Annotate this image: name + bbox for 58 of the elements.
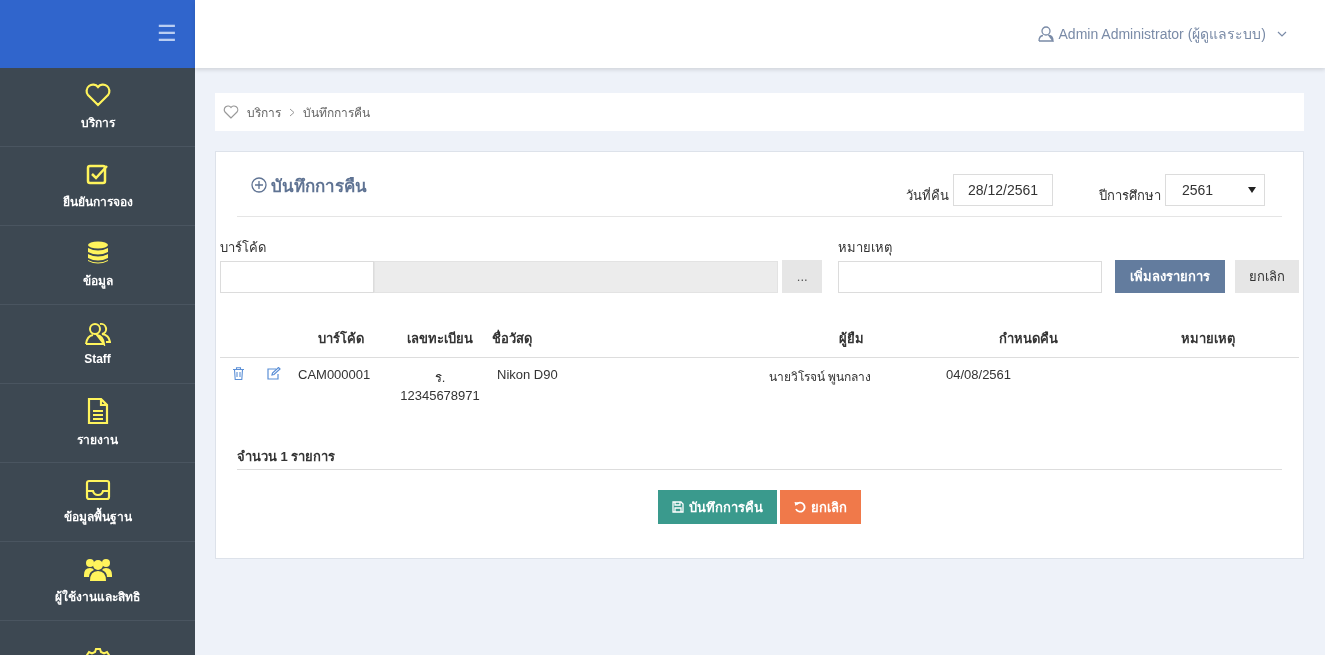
column-header: ชื่อวัสดุ xyxy=(491,319,763,358)
total-count: จำนวน 1 รายการ xyxy=(237,446,1282,470)
sidebar-item-label: ผู้ใช้งานและสิทธิ xyxy=(55,588,140,606)
sidebar-item[interactable]: ผู้ใช้งานและสิทธิ xyxy=(0,542,195,621)
sidebar-item[interactable]: ข้อมูลพื้นฐาน xyxy=(0,463,195,542)
user-menu[interactable]: Admin Administrator (ผู้ดูแลระบบ) xyxy=(1037,23,1287,45)
heart-icon xyxy=(84,82,111,107)
table-cell: 04/08/2561 xyxy=(940,357,1117,436)
field-label: บาร์โค้ด xyxy=(220,239,267,257)
breadcrumb-item[interactable]: บริการ xyxy=(247,102,281,122)
group-icon xyxy=(83,556,112,581)
undo-icon xyxy=(794,501,806,513)
database-icon xyxy=(86,240,109,265)
sidebar-item-label: ยืนยันการจอง xyxy=(62,193,133,211)
document-icon xyxy=(86,397,109,424)
remark-input[interactable] xyxy=(838,261,1103,293)
column-header: บาร์โค้ด xyxy=(292,319,389,358)
sidebar-item[interactable]: ยืนยันการจอง xyxy=(0,147,195,226)
barcode-input[interactable] xyxy=(220,261,374,293)
form-title: บันทึกการคืน xyxy=(271,175,367,198)
breadcrumb-item: บันทึกการคืน xyxy=(303,104,370,122)
add-button[interactable]: เพิ่มลงรายการ xyxy=(1115,260,1225,293)
year-dropdown[interactable]: 2561 xyxy=(1165,174,1265,206)
table-cell: ร. 12345678971 xyxy=(389,357,491,436)
sidebar-item[interactable]: Staff xyxy=(0,305,195,384)
sidebar-item-label: บริการ xyxy=(80,114,115,132)
user-icon xyxy=(1037,26,1054,42)
column-header: เลขทะเบียน xyxy=(389,319,491,358)
sidebar-item[interactable]: บริการ xyxy=(0,68,195,147)
browse-button[interactable]: ... xyxy=(782,260,823,293)
column-header: กำหนดคืน xyxy=(940,319,1117,358)
table-cell: CAM000001 xyxy=(292,357,389,436)
column-header: ผู้ยืม xyxy=(763,319,940,358)
table-cell: นายวิโรจน์ พูนกลาง xyxy=(763,357,940,436)
floppy-disk-icon xyxy=(672,501,684,513)
user-name: Admin Administrator (ผู้ดูแลระบบ) xyxy=(1058,25,1266,45)
sidebar-item[interactable]: ข้อมูล xyxy=(0,226,195,305)
inbox-icon xyxy=(84,478,111,501)
sidebar-item-label: รายงาน xyxy=(77,431,118,449)
field-label: ปีการศึกษา xyxy=(1099,186,1161,205)
chevron-right-icon xyxy=(289,107,295,117)
heart-icon xyxy=(223,105,239,119)
plus-circle-icon xyxy=(251,177,267,193)
trash-icon[interactable] xyxy=(232,367,244,380)
sidebar-item-label: ข้อมูลพื้นฐาน xyxy=(63,506,132,526)
edit-icon[interactable] xyxy=(267,367,281,380)
date-field[interactable]: 28/12/2561 xyxy=(953,174,1053,206)
cancel-button[interactable]: ยกเลิก xyxy=(1234,260,1299,293)
field-label: หมายเหตุ xyxy=(838,239,894,258)
sidebar-item-label: ข้อมูล xyxy=(82,272,113,290)
table-cell: Nikon D90 xyxy=(491,357,763,436)
chevron-down-icon xyxy=(1277,31,1287,37)
sidebar-item-label: Staff xyxy=(84,352,111,366)
dropdown-arrow-icon xyxy=(1248,187,1256,193)
users-icon xyxy=(84,322,111,346)
column-header: หมายเหตุ xyxy=(1117,319,1299,358)
field-label: วันที่คืน xyxy=(906,186,949,205)
sidebar-item[interactable]: รายงาน xyxy=(0,384,195,463)
